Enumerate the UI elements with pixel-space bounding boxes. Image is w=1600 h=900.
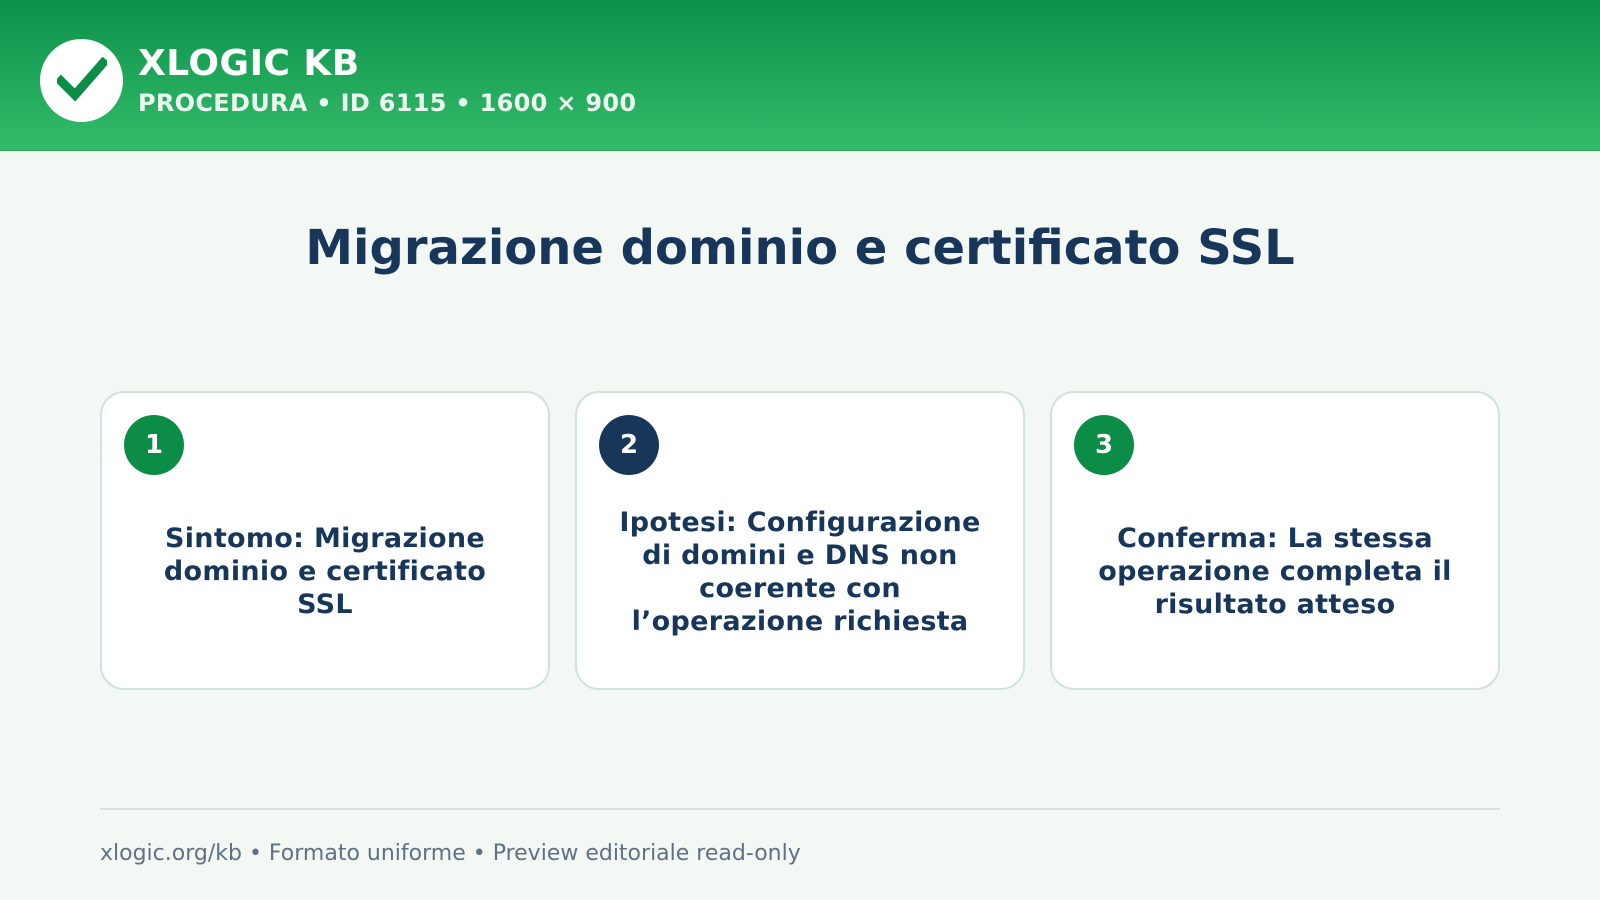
page-title: Migrazione dominio e certificato SSL [305, 220, 1295, 276]
step-card-2: 2 Ipotesi: Configurazione di domini e DN… [575, 391, 1025, 690]
step-card-3: 3 Conferma: La stessa operazione complet… [1050, 391, 1500, 690]
check-icon [54, 56, 109, 105]
step-number-badge: 1 [124, 415, 184, 475]
step-card-1: 1 Sintomo: Migrazione dominio e certific… [100, 391, 550, 690]
step-number-badge: 3 [1074, 415, 1134, 475]
footer-divider [100, 808, 1500, 810]
header-subline: PROCEDURA • ID 6115 • 1600 × 900 [138, 89, 637, 117]
brand-title: XLOGIC KB [138, 43, 360, 84]
step-text: Conferma: La stessa operazione completa … [1098, 523, 1452, 620]
step-text: Ipotesi: Configurazione di domini e DNS … [619, 506, 981, 637]
step-text: Sintomo: Migrazione dominio e certificat… [163, 523, 487, 620]
logo [40, 39, 123, 122]
header-bar: XLOGIC KB PROCEDURA • ID 6115 • 1600 × 9… [0, 0, 1600, 151]
step-number-badge: 2 [599, 415, 659, 475]
footer-text: xlogic.org/kb • Formato uniforme • Previ… [100, 841, 801, 866]
